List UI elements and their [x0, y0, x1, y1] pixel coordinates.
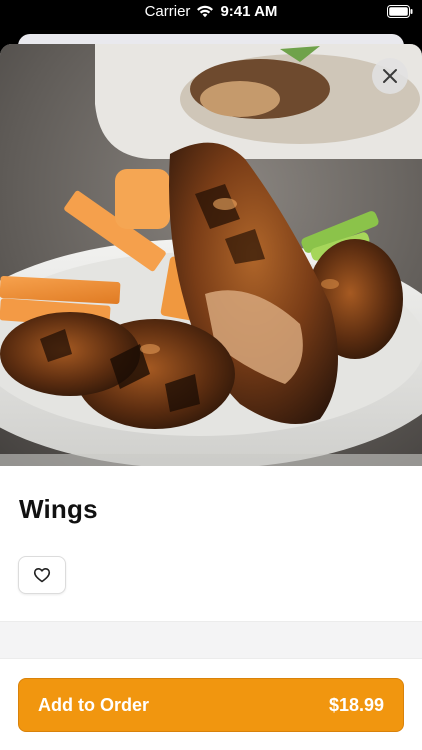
- food-photo-wings: [0, 44, 422, 466]
- screen: Carrier 9:41 AM Wings Add to Order $18.9…: [0, 0, 422, 750]
- carrier-label: Carrier: [144, 3, 191, 20]
- close-icon: [383, 69, 397, 83]
- item-detail-sheet: Wings Add to Order $18.99: [0, 44, 422, 750]
- time-label: 9:41 AM: [220, 3, 278, 20]
- heart-icon: [33, 568, 51, 583]
- wifi-icon: [197, 5, 214, 18]
- status-bar: Carrier 9:41 AM: [0, 0, 422, 24]
- add-to-order-button[interactable]: Add to Order $18.99: [18, 678, 404, 732]
- close-button[interactable]: [372, 58, 408, 94]
- price-label: $18.99: [328, 694, 384, 715]
- item-image: [0, 44, 422, 466]
- status-center: Carrier 9:41 AM: [0, 3, 422, 20]
- item-title: Wings: [19, 494, 98, 524]
- add-to-order-label: Add to Order: [38, 694, 149, 715]
- favorite-button[interactable]: [18, 556, 66, 594]
- battery-icon: [387, 5, 413, 18]
- section-divider: [0, 621, 422, 659]
